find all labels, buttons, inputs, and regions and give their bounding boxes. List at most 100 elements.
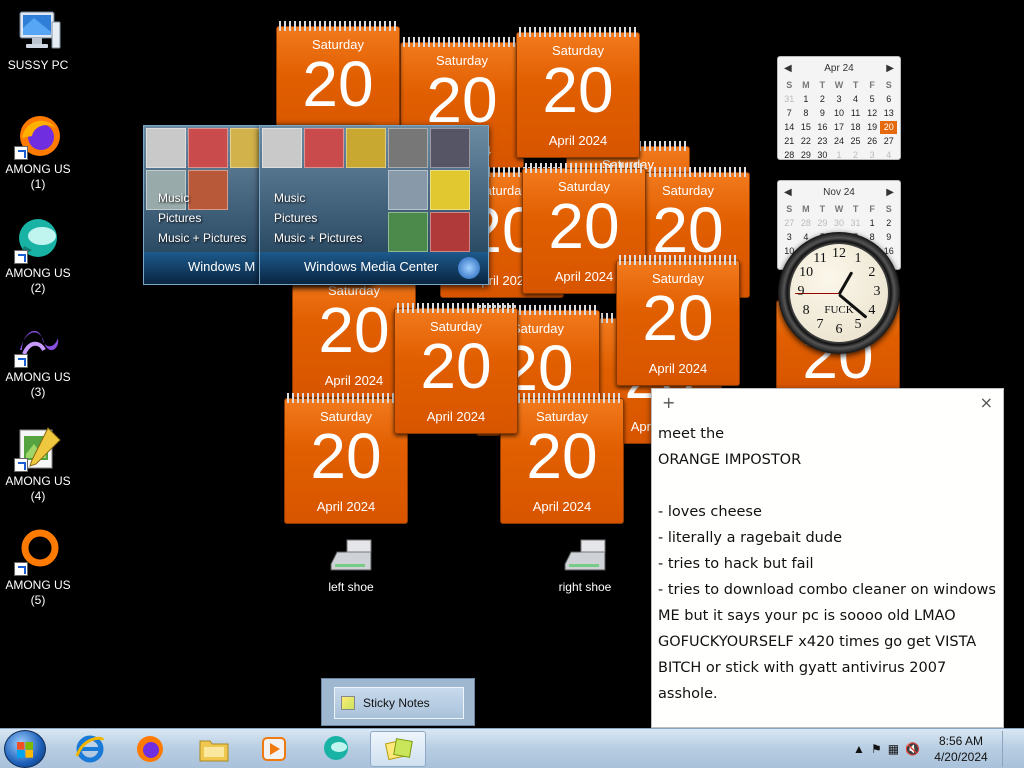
calendar-day[interactable]: 23 [814,135,831,148]
calendar-day[interactable]: 2 [847,149,864,162]
calendar-day[interactable]: 29 [814,217,831,230]
calendar-gadget[interactable]: Saturday20April 2024 [516,27,640,158]
internet-explorer-icon[interactable] [62,731,118,767]
calendar-day[interactable]: 28 [798,217,815,230]
calendar-gadget[interactable]: Saturday20April 2024 [500,393,624,524]
calendar-day[interactable]: 24 [831,135,848,148]
calendar-day[interactable]: 31 [847,217,864,230]
sticky-note[interactable]: + × meet the ORANGE IMPOSTOR - loves che… [651,388,1004,728]
among-us-4-icon[interactable]: AMONG US (4) [0,424,76,504]
next-month-icon[interactable]: ▶ [886,63,894,74]
calendar-day[interactable]: 2 [880,217,897,230]
wmc-menu-music-pictures[interactable]: Music + Pictures [274,228,362,248]
calendar-day[interactable]: 12 [864,107,881,120]
calendar-day[interactable]: 7 [781,107,798,120]
calendar-day[interactable]: 14 [781,121,798,134]
calendar-day[interactable]: 22 [798,135,815,148]
calendar-day[interactable]: 21 [781,135,798,148]
left-shoe-icon[interactable]: left shoe [311,536,391,594]
desktop-icon-label: AMONG US (5) [5,578,71,607]
calendar-day[interactable]: 1 [864,217,881,230]
network-icon[interactable]: ▦ [888,742,899,756]
calendar-day[interactable]: 30 [831,217,848,230]
calendar-day[interactable]: 1 [798,93,815,106]
action-center-flag-icon[interactable]: ⚑ [871,742,882,756]
desktop[interactable]: SUSSY PC AMONG US (1) AMONG US (2) AMONG… [0,0,1024,728]
weekday-header: S [786,80,793,90]
wmc-thumbnail-front[interactable]: Music Pictures Music + Pictures Windows … [259,125,489,285]
wmc-menu-music[interactable]: Music [274,188,362,208]
calendar-day[interactable]: 3 [831,93,848,106]
calendar-gadget[interactable]: Saturday20April 2024 [616,255,740,386]
among-us-3-icon[interactable]: AMONG US (3) [0,320,76,400]
add-note-button[interactable]: + [662,393,675,412]
wmc-menu-pictures[interactable]: Pictures [274,208,362,228]
next-month-icon[interactable]: ▶ [886,187,894,198]
among-us-5-icon[interactable]: AMONG US (5) [0,528,76,608]
media-player-icon[interactable] [246,731,302,767]
wmc-title: Windows Media Center [260,252,488,284]
calendar-day[interactable]: 18 [847,121,864,134]
calendar-day[interactable]: 3 [864,149,881,162]
calendar-gadget[interactable]: Saturday20April 2024 [394,303,518,434]
calendar-day[interactable]: 6 [880,93,897,106]
show-hidden-icons-arrow-icon[interactable]: ▲ [853,742,865,756]
sticky-notes-taskbar-icon[interactable] [370,731,426,767]
calendar-day[interactable]: 31 [781,93,798,106]
firefox-taskbar-icon[interactable] [122,731,178,767]
calendar-day[interactable]: 4 [880,149,897,162]
month-title[interactable]: Nov 24 [823,187,855,198]
among-us-2-icon[interactable]: AMONG US (2) [0,216,76,296]
file-explorer-icon[interactable] [186,731,242,767]
month-calendar-april[interactable]: ◀ Apr 24 ▶ S M T W T F S 31 1 2 3 4 5 6 7 8 9 10 11 12 13 14 1… [777,56,901,160]
desktop-icon-label: AMONG US (3) [5,370,71,399]
shortcut-arrow-icon [14,458,28,472]
start-button[interactable] [4,730,46,768]
calendar-day[interactable]: 5 [864,93,881,106]
calendar-day[interactable]: 1 [831,149,848,162]
clock-tray[interactable]: 8:56 AM 4/20/2024 [926,733,996,765]
prev-month-icon[interactable]: ◀ [784,63,792,74]
wmc-menu-pictures[interactable]: Pictures [158,208,246,228]
calendar-day-number: 20 [548,190,620,262]
wmc-menu-music[interactable]: Music [158,188,246,208]
calendar-day[interactable]: 27 [781,217,798,230]
calendar-day[interactable]: 28 [781,149,798,162]
wmc-menu-music-pictures[interactable]: Music + Pictures [158,228,246,248]
calendar-day[interactable]: 27 [880,135,897,148]
calendar-day[interactable]: 11 [847,107,864,120]
calendar-day[interactable]: 13 [880,107,897,120]
calendar-day[interactable]: 26 [864,135,881,148]
calendar-day[interactable]: 19 [864,121,881,134]
analog-clock-gadget[interactable]: FUCK 12 1 2 3 4 5 6 7 8 9 10 11 [778,232,900,354]
sticky-note-text[interactable]: meet the ORANGE IMPOSTOR - loves cheese … [652,415,1003,707]
calendar-day[interactable]: 4 [847,93,864,106]
calendar-day[interactable]: 25 [847,135,864,148]
calendar-day[interactable]: 9 [880,231,897,244]
among-us-1-icon[interactable]: AMONG US (1) [0,112,76,192]
calendar-day[interactable]: 2 [814,93,831,106]
calendar-day[interactable]: 29 [798,149,815,162]
calendar-day[interactable]: 30 [814,149,831,162]
calendar-day[interactable]: 10 [831,107,848,120]
calendar-day[interactable]: 16 [814,121,831,134]
taskbar-thumbnail-sticky-notes[interactable]: Sticky Notes [321,678,475,726]
month-title[interactable]: Apr 24 [824,63,853,74]
weekday-header: W [834,80,844,90]
calendar-day[interactable]: 20 [880,121,897,134]
hour-hand [837,271,854,296]
calendar-day[interactable]: 3 [781,231,798,244]
prev-month-icon[interactable]: ◀ [784,187,792,198]
volume-muted-icon[interactable]: 🔇 [905,742,920,756]
calendar-gadget[interactable]: Saturday20April 2024 [284,393,408,524]
calendar-day[interactable]: 8 [798,107,815,120]
teal-orb-taskbar-icon[interactable] [308,731,364,767]
clock-numeral: 2 [868,265,876,280]
calendar-day[interactable]: 15 [798,121,815,134]
right-shoe-icon[interactable]: right shoe [545,536,625,594]
close-note-button[interactable]: × [980,393,993,412]
calendar-day[interactable]: 9 [814,107,831,120]
calendar-day[interactable]: 17 [831,121,848,134]
sussy-pc-icon[interactable]: SUSSY PC [0,8,76,73]
show-desktop-button[interactable] [1002,731,1012,767]
